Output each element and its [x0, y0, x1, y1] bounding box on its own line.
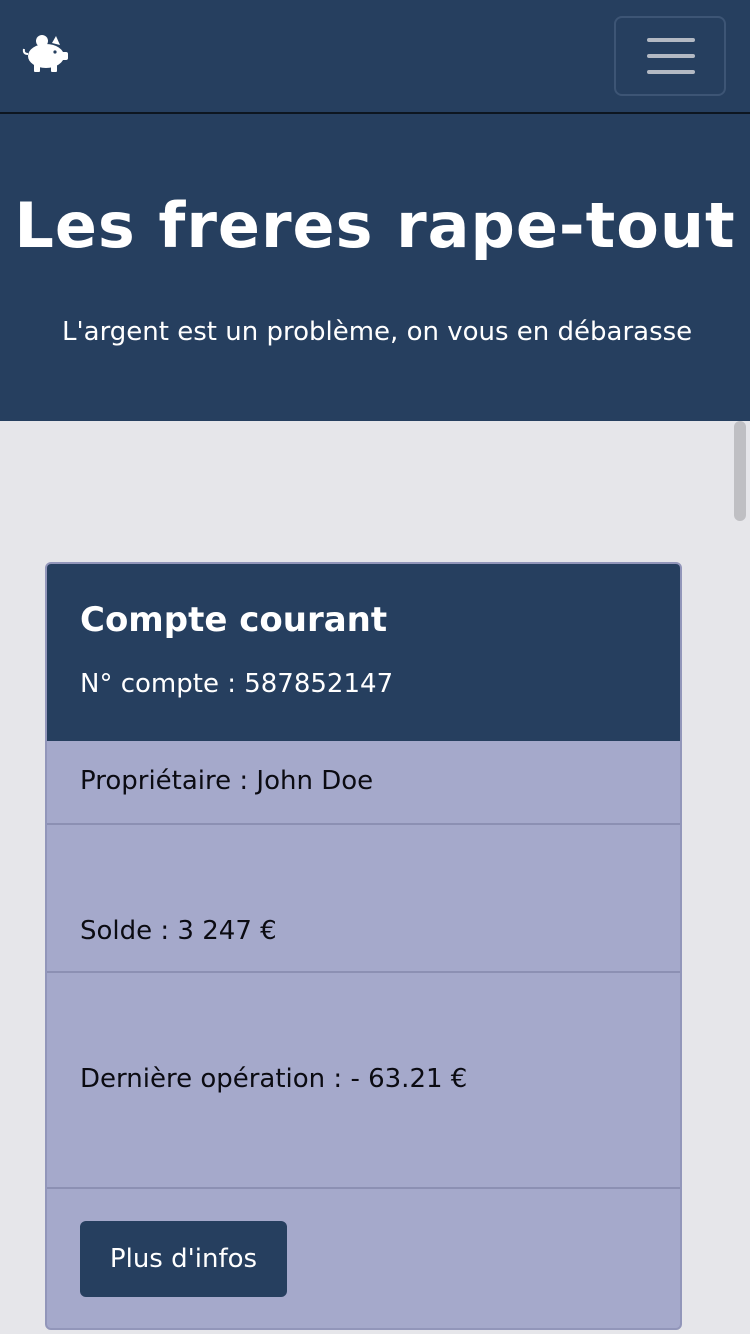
more-info-button[interactable]: Plus d'infos	[80, 1221, 287, 1297]
card-header: Compte courant N° compte : 587852147	[47, 564, 680, 741]
account-card: Compte courant N° compte : 587852147 Pro…	[45, 562, 682, 1330]
balance-text: Solde : 3 247 €	[80, 916, 277, 946]
account-number: N° compte : 587852147	[80, 669, 394, 699]
balance-row: Solde : 3 247 €	[47, 823, 680, 972]
card-footer: Plus d'infos	[47, 1187, 680, 1328]
card-title: Compte courant	[80, 600, 388, 640]
piggy-bank-icon[interactable]	[22, 30, 70, 74]
owner-text: Propriétaire : John Doe	[80, 766, 374, 796]
scrollbar-thumb[interactable]	[734, 421, 746, 521]
hero-subtitle: L'argent est un problème, on vous en déb…	[62, 317, 693, 347]
owner-row: Propriétaire : John Doe	[47, 741, 680, 824]
last-operation-row: Dernière opération : - 63.21 €	[47, 971, 680, 1188]
navbar	[0, 0, 750, 114]
hamburger-menu-button[interactable]	[614, 16, 726, 96]
last-operation-text: Dernière opération : - 63.21 €	[80, 1064, 468, 1094]
hero-section: Les freres rape-tout L'argent est un pro…	[0, 114, 750, 421]
hero-title: Les freres rape-tout	[14, 189, 736, 262]
